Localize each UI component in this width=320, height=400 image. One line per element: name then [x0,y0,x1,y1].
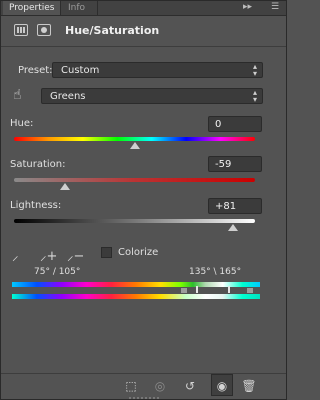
preset-value: Custom [61,65,100,76]
saturation-value: -59 [215,159,232,170]
lightness-slider-track[interactable] [14,219,255,223]
hue-label: Hue: [10,118,34,129]
properties-panel: Properties Info ▸▸ ☰ Hue/Saturation Pres… [0,0,287,400]
dropdown-arrows-icon: ▴ ▾ [252,62,257,78]
range-right-marker[interactable] [228,286,230,293]
saturation-slider-thumb[interactable] [60,183,70,190]
panel-title: Hue/Saturation [65,24,160,37]
tab-info[interactable]: Info [62,1,98,15]
range-falloff-left-handle[interactable] [181,288,187,293]
eye-icon[interactable]: ◉ [214,379,230,393]
channel-dropdown[interactable]: Greens ▴ ▾ [41,88,263,104]
saturation-label: Saturation: [10,159,66,170]
reset-icon[interactable]: ↺ [182,379,198,393]
range-falloff-right-handle[interactable] [247,288,253,293]
eyedropper-plus-icon[interactable]: ⸝+ [40,246,57,264]
colorize-checkbox[interactable] [101,247,112,258]
channel-value: Greens [50,91,86,102]
double-chevron-right-icon[interactable]: ▸▸ [243,2,252,12]
preset-dropdown[interactable]: Custom ▴ ▾ [52,62,263,78]
lightness-input[interactable]: +81 [208,198,262,214]
hue-saturation-adjustment-icon[interactable] [14,24,28,36]
panel-tab-bar: Properties Info ▸▸ ☰ [1,1,286,16]
layer-mask-icon[interactable] [37,24,51,36]
lightness-label: Lightness: [10,200,62,211]
saturation-input[interactable]: -59 [208,156,262,172]
lightness-value: +81 [215,201,237,212]
range-left-degrees: 75° / 105° [34,267,81,277]
saturation-slider-track[interactable] [14,178,255,182]
output-color-bar [12,294,260,299]
input-color-bar [12,282,260,287]
hand-scrubby-icon[interactable]: ☝ [13,87,22,103]
view-previous-state-icon[interactable]: ◎ [152,379,168,393]
clip-to-layer-icon[interactable]: ⬚ [123,379,139,393]
resize-grip[interactable] [129,397,159,399]
dropdown-arrows-icon: ▴ ▾ [252,88,257,104]
lightness-slider-thumb[interactable] [228,224,238,231]
eyedropper-icon[interactable]: ⸝ [12,246,19,264]
hue-value: 0 [215,119,222,130]
eyedropper-minus-icon[interactable]: ⸝− [67,246,84,264]
panel-header: Hue/Saturation [1,16,286,47]
trash-icon[interactable]: 🗑 [241,379,257,393]
hue-slider-thumb[interactable] [130,142,140,149]
hue-slider-track[interactable] [14,137,255,141]
preset-label: Preset: [18,65,53,76]
hue-input[interactable]: 0 [208,116,262,132]
range-left-marker[interactable] [196,286,198,293]
colorize-label: Colorize [118,247,159,258]
range-right-degrees: 135° \ 165° [189,267,242,277]
tab-properties[interactable]: Properties [3,1,61,15]
panel-menu-icon[interactable]: ☰ [271,2,279,12]
